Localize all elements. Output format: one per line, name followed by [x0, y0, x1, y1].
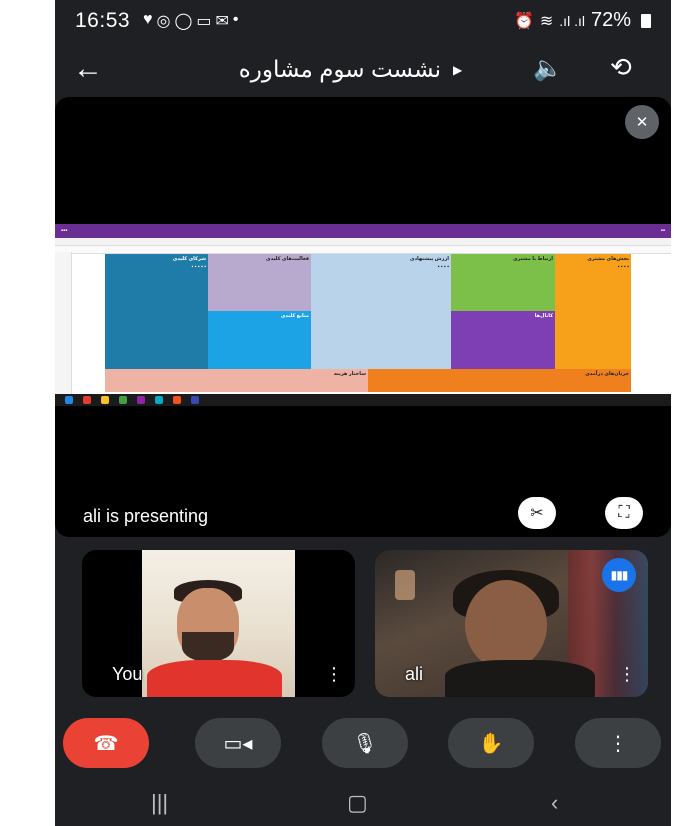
- speaking-indicator-icon: ▮▮▮: [602, 558, 636, 592]
- more-vert-icon[interactable]: ⋮: [618, 664, 636, 685]
- status-right: ⏰ ≋ .ıl .ıl 72%: [514, 9, 651, 32]
- wifi-icon: ≋: [539, 12, 554, 30]
- more-vert-icon: ⋮: [608, 732, 628, 755]
- block-value: ارزش پیشنهادی ▪ ▪ ▪ ▪: [311, 254, 451, 369]
- block-value-title: ارزش پیشنهادی: [409, 256, 449, 262]
- speaker-icon[interactable]: 🔈: [533, 54, 563, 83]
- more-vert-icon[interactable]: ⋮: [325, 664, 343, 685]
- participant-tile-you[interactable]: You ⋮: [82, 550, 355, 697]
- block-channels: کانال‌ها: [451, 311, 555, 369]
- avatar-you-shirt: [147, 660, 282, 697]
- shared-app-ribbon: ▪▪▪ ▪▪: [55, 224, 671, 238]
- business-model-canvas: شرکای کلیدی ▪ ▪ ▪ ▪ ▪ فعالیت‌های کلیدی م…: [105, 254, 631, 392]
- fullscreen-button[interactable]: ⛶: [605, 497, 643, 529]
- recent-apps-icon[interactable]: |||: [151, 790, 168, 816]
- home-icon[interactable]: ▢: [347, 790, 368, 816]
- meeting-title[interactable]: نشست سوم مشاوره: [239, 56, 441, 83]
- back-icon[interactable]: ‹: [551, 790, 558, 816]
- background-lamp: [395, 570, 415, 600]
- end-call-button[interactable]: ☎: [63, 718, 149, 768]
- block-relationships: ارتباط با مشتری: [451, 254, 555, 311]
- avatar-ali-body: [445, 660, 595, 697]
- block-activities: فعالیت‌های کلیدی: [208, 254, 311, 311]
- hand-icon: ✋: [478, 732, 504, 755]
- block-channels-title: کانال‌ها: [534, 313, 553, 319]
- shared-taskbar: [55, 394, 671, 406]
- switch-camera-icon[interactable]: ⟲: [610, 52, 632, 83]
- status-app-icons: ♥ ◎ ◯ ▭ ✉ •: [143, 11, 239, 31]
- fullscreen-icon: ⛶: [618, 504, 630, 521]
- block-revenue-title: جریان‌های درآمدی: [585, 371, 629, 377]
- raise-hand-button[interactable]: ✋: [448, 718, 534, 768]
- circle-app-icon: ◎: [156, 13, 171, 30]
- block-segments-title: بخش‌های مشتری: [587, 256, 629, 262]
- shared-screen: ▪▪▪ ▪▪ شرکای کلیدی ▪ ▪ ▪ ▪ ▪ فعالیت‌های ک…: [55, 224, 671, 406]
- block-costs: ساختار هزینه: [105, 369, 368, 392]
- avatar-ali: [465, 580, 547, 670]
- whatsapp-icon: ◯: [174, 13, 193, 30]
- heart-icon: ♥: [143, 11, 153, 28]
- camera-icon: ▭◂: [223, 732, 253, 755]
- shared-app-menu: [55, 238, 671, 246]
- chevron-right-icon[interactable]: ▶: [453, 63, 462, 77]
- signal-icon: .ıl .ıl: [559, 12, 585, 29]
- presenting-label: ali is presenting: [83, 506, 209, 526]
- status-time: 16:53: [75, 9, 131, 32]
- hang-up-icon: ☎: [93, 732, 119, 755]
- block-resources-title: منابع کلیدی: [280, 313, 309, 319]
- microphone-icon: 🎙: [352, 732, 378, 755]
- mic-off-icon: ✕: [625, 105, 659, 139]
- call-controls: ☎ ▭◂ 🎙 ✋ ⋮: [55, 716, 671, 772]
- battery-percent: 72%: [590, 9, 631, 31]
- block-partners-title: شرکای کلیدی: [172, 256, 206, 262]
- dot-icon: •: [232, 11, 239, 28]
- pin-off-icon: ✂: [530, 505, 544, 522]
- presentation-tile[interactable]: ✕ ▪▪▪ ▪▪ شرکای کلیدی ▪ ▪ ▪ ▪ ▪ فعالیت‌های…: [55, 97, 671, 537]
- block-revenue: جریان‌های درآمدی: [368, 369, 631, 392]
- battery-icon: [641, 13, 651, 28]
- block-segments: بخش‌های مشتری ▪ ▪ ▪ ▪: [555, 254, 631, 369]
- participant-tile-ali[interactable]: ▮▮▮ ali ⋮: [375, 550, 648, 697]
- microphone-button[interactable]: 🎙: [322, 718, 408, 768]
- more-options-button[interactable]: ⋮: [575, 718, 661, 768]
- mail-icon: ✉: [215, 13, 229, 30]
- camera-button[interactable]: ▭◂: [195, 718, 281, 768]
- block-costs-title: ساختار هزینه: [333, 371, 366, 377]
- participant-name: ali: [405, 664, 424, 684]
- video-icon: ▭: [196, 13, 212, 30]
- shared-app-sidebar: [55, 252, 72, 394]
- unpin-button[interactable]: ✂: [518, 497, 556, 529]
- block-partners: شرکای کلیدی ▪ ▪ ▪ ▪ ▪: [105, 254, 208, 369]
- phone-screen: 16:53 ♥ ◎ ◯ ▭ ✉ • ⏰ ≋ .ıl .ıl 72% ← نشست…: [55, 0, 671, 826]
- back-arrow-icon[interactable]: ←: [73, 52, 103, 86]
- block-resources: منابع کلیدی: [208, 311, 311, 369]
- shared-app-tabs: [55, 246, 671, 254]
- avatar-you-beard: [182, 632, 234, 662]
- block-relationships-title: ارتباط با مشتری: [512, 256, 553, 262]
- system-navigation-bar: ||| ▢ ‹: [55, 780, 671, 826]
- block-activities-title: فعالیت‌های کلیدی: [266, 256, 309, 262]
- status-bar: 16:53 ♥ ◎ ◯ ▭ ✉ • ⏰ ≋ .ıl .ıl 72%: [55, 0, 671, 40]
- meeting-top-bar: ← نشست سوم مشاوره ▶ 🔈 ⟲: [55, 46, 671, 94]
- alarm-icon: ⏰: [513, 12, 534, 30]
- participant-name: You: [112, 664, 143, 684]
